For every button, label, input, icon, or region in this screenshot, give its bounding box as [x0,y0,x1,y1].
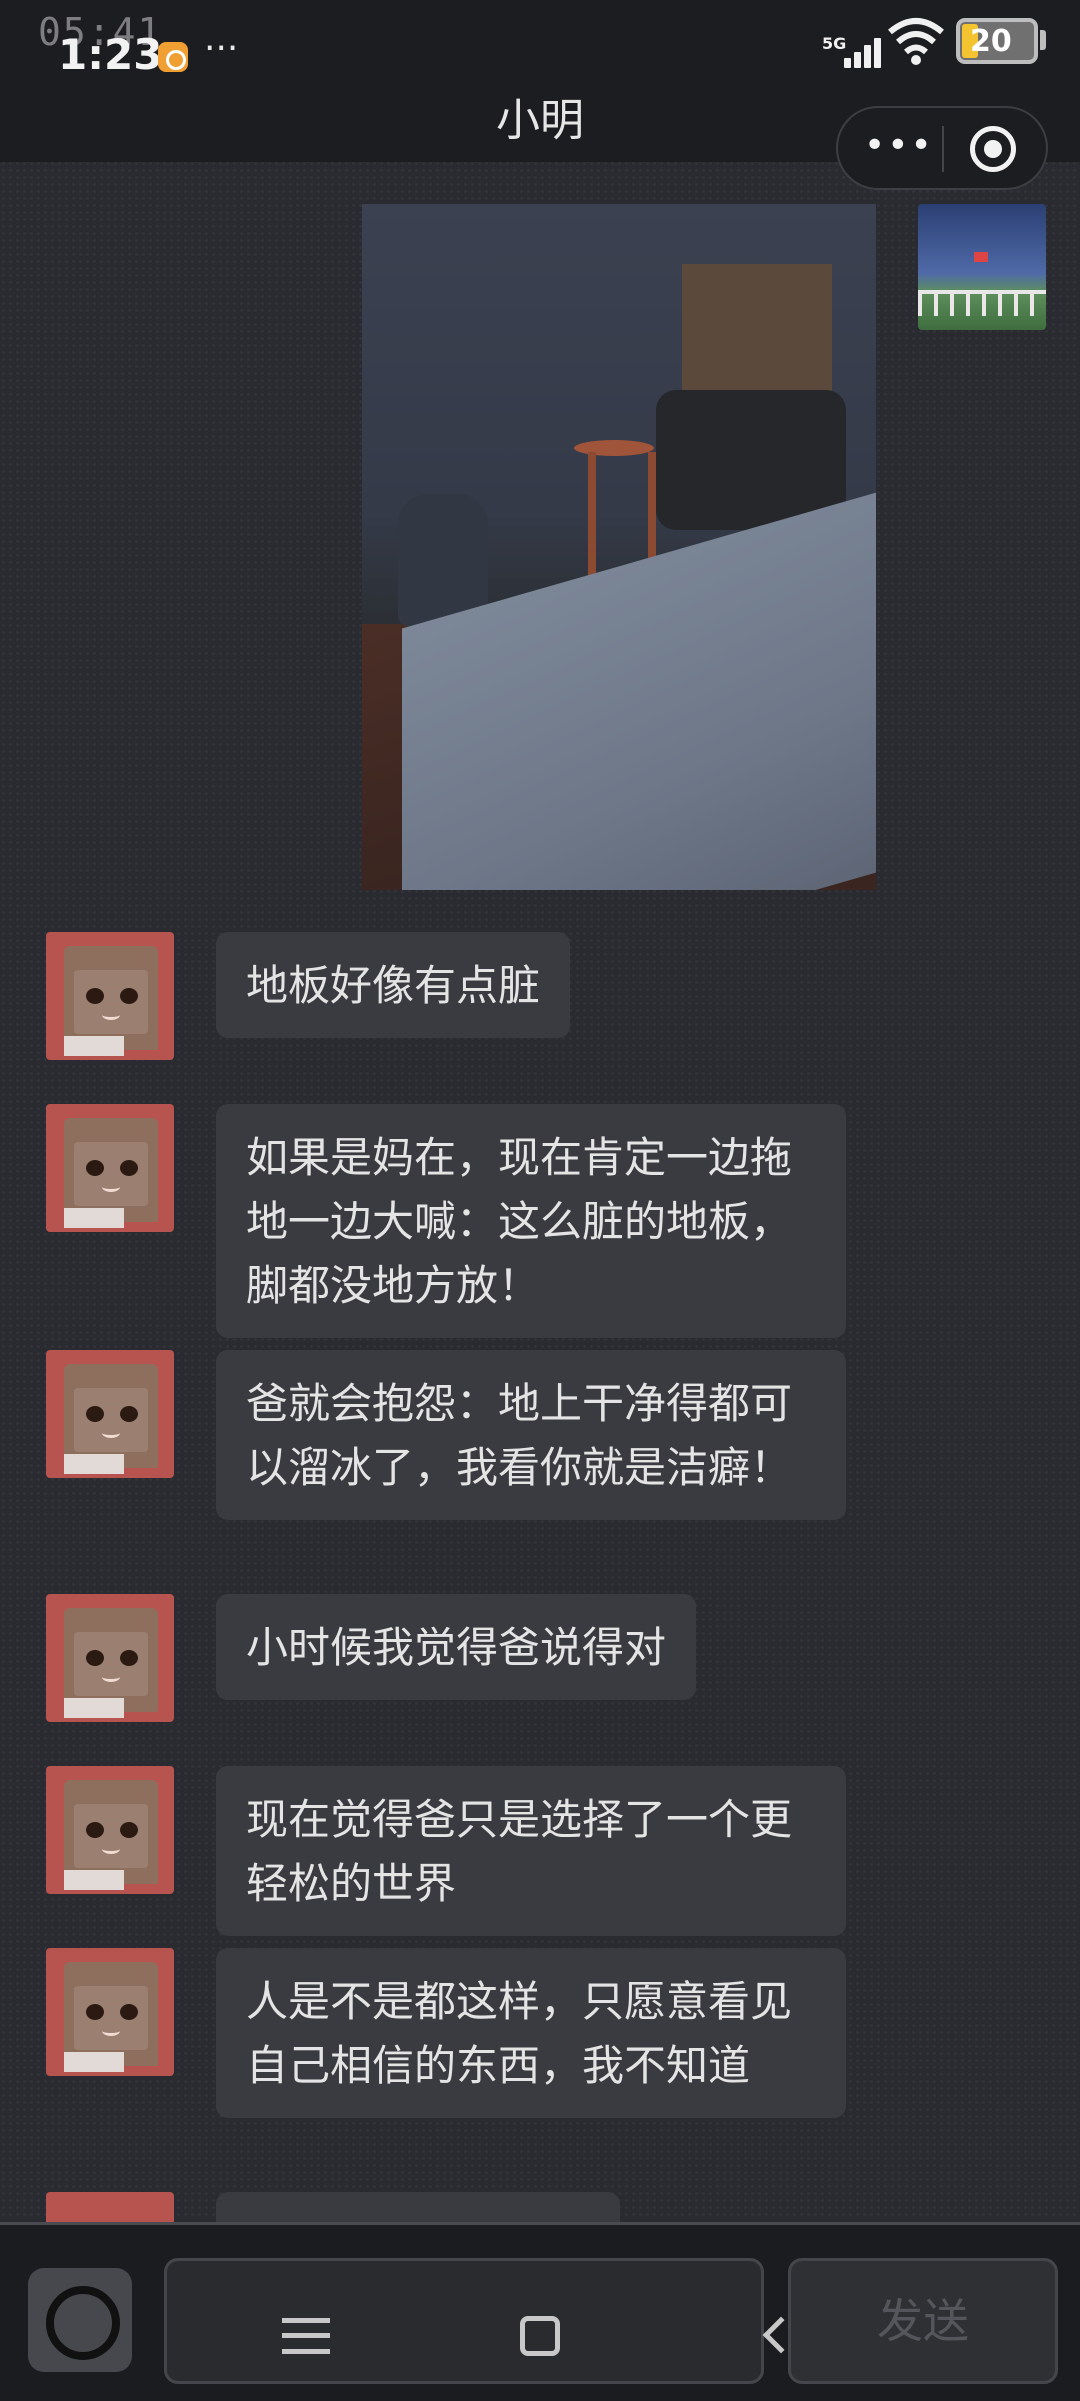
message-bubble[interactable]: 地板好像有点脏 [216,932,571,1038]
nav-menu-icon[interactable] [282,2318,330,2354]
more-options-button[interactable]: ••• [864,128,932,168]
camera-button[interactable] [28,2268,132,2372]
message-row-partial [0,2192,1080,2222]
capsule-divider [942,126,944,172]
contact-avatar[interactable] [46,1948,174,2076]
cat-avatar-icon [64,946,158,1056]
status-more-dots: ··· [204,28,239,69]
status-time: 1:23 [58,30,163,79]
message-bubble[interactable]: 爸就会抱怨：地上干净得都可以溜冰了，我看你就是洁癖！ [216,1350,846,1520]
send-button[interactable]: 发送 [788,2258,1058,2384]
message-bubble[interactable]: 如果是妈在，现在肯定一边拖地一边大喊：这么脏的地板，脚都没地方放！ [216,1104,846,1338]
contact-avatar[interactable] [46,1350,174,1478]
battery-icon: 20 [956,18,1038,64]
battery-percent: 20 [970,24,1012,59]
message-input[interactable] [164,2258,764,2384]
cat-avatar-icon [64,1780,158,1890]
contact-avatar[interactable] [46,1766,174,1894]
notification-app-icon [158,42,188,72]
battery-cap [1040,30,1046,50]
signal-icon [838,36,882,68]
message-bubble[interactable]: 小时候我觉得爸说得对 [216,1594,697,1700]
my-avatar[interactable] [918,204,1046,330]
cat-avatar-icon [64,1608,158,1718]
cat-avatar-icon [64,1118,158,1228]
cat-avatar-icon [64,1962,158,2072]
cat-avatar-icon [64,1364,158,1474]
sent-photo[interactable] [362,204,876,890]
message-bubble[interactable]: 现在觉得爸只是选择了一个更轻松的世界 [216,1766,846,1936]
miniprogram-capsule: ••• [836,106,1048,190]
message-bubble[interactable]: 人是不是都这样，只愿意看见自己相信的东西，我不知道 [216,1948,846,2118]
contact-avatar[interactable] [46,1104,174,1232]
wifi-icon [888,18,944,65]
message-bubble-partial[interactable] [216,2192,620,2222]
close-miniprogram-button[interactable] [970,126,1016,172]
contact-avatar[interactable] [46,932,174,1060]
nav-home-icon[interactable] [520,2316,560,2356]
contact-avatar[interactable] [46,1594,174,1722]
contact-avatar[interactable] [46,2192,174,2222]
